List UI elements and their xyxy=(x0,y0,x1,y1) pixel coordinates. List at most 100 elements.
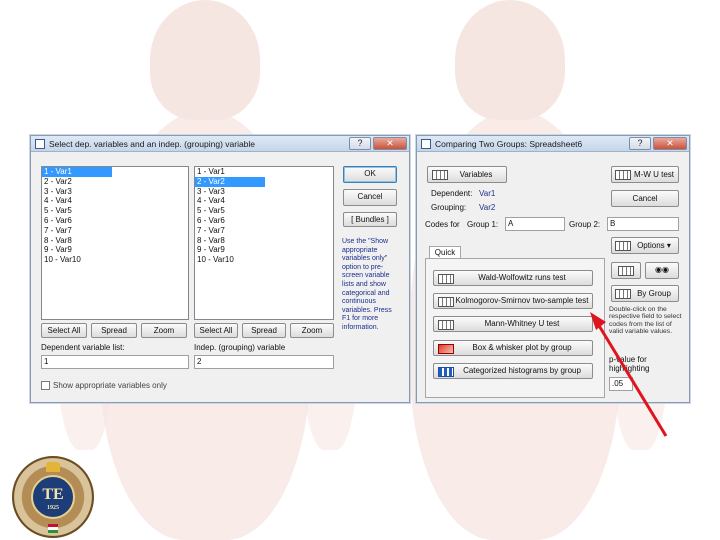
list-item[interactable]: 2 - Var2 xyxy=(195,176,265,187)
list-item[interactable]: 3 - Var3 xyxy=(195,187,333,197)
list-item[interactable]: 6 - Var6 xyxy=(42,216,188,226)
list-item[interactable]: 8 - Var8 xyxy=(42,236,188,246)
chart-app-icon xyxy=(421,139,431,149)
ok-button[interactable]: OK xyxy=(343,166,397,183)
mw-u-test-label: M-W U test xyxy=(634,170,674,179)
variables-icon xyxy=(432,170,448,180)
codes-hint-text: Double-click on the respective field to … xyxy=(609,306,682,336)
close-button[interactable]: ✕ xyxy=(653,137,687,150)
list-item[interactable]: 1 - Var1 xyxy=(195,167,333,177)
help-button[interactable]: ? xyxy=(349,137,371,150)
list-item[interactable]: 8 - Var8 xyxy=(195,236,333,246)
list-item[interactable]: 9 - Var9 xyxy=(195,245,333,255)
list-item[interactable]: 9 - Var9 xyxy=(42,245,188,255)
box-whisker-label: Box & whisker plot by group xyxy=(472,343,572,352)
logo-year: 1925 xyxy=(47,505,59,511)
grouping-variable-field[interactable]: 2 xyxy=(194,355,334,369)
variables-label: Variables xyxy=(459,170,493,179)
list-item[interactable]: 5 - Var5 xyxy=(42,206,188,216)
usage-hint-text: Use the "Show appropriate variables only… xyxy=(342,238,392,331)
select-variables-dialog: Select dep. variables and an indep. (gro… xyxy=(30,135,410,403)
by-group-label: By Group xyxy=(637,289,671,298)
list-item[interactable]: 10 - Var10 xyxy=(195,255,333,265)
spread-button-dep[interactable]: Spread xyxy=(91,323,137,338)
by-group-icon xyxy=(615,289,631,299)
select-all-button-dep[interactable]: Select All xyxy=(41,323,87,338)
list-item[interactable]: 10 - Var10 xyxy=(42,255,188,265)
zoom-button-dep[interactable]: Zoom xyxy=(141,323,187,338)
flag-icon xyxy=(48,524,58,533)
kolmogorov-smirnov-label: Kolmogorov-Smirnov two-sample test xyxy=(455,296,589,305)
close-button[interactable]: ✕ xyxy=(373,137,407,150)
list-item[interactable]: 1 - Var1 xyxy=(42,167,112,177)
list-item[interactable]: 2 - Var2 xyxy=(42,177,188,187)
list-item[interactable]: 7 - Var7 xyxy=(195,226,333,236)
logo-emblem: TE 1925 xyxy=(31,475,75,519)
list-item[interactable]: 5 - Var5 xyxy=(195,206,333,216)
dialog-title: Comparing Two Groups: Spreadsheet6 xyxy=(435,139,583,149)
table-icon xyxy=(615,170,631,180)
kolmogorov-smirnov-button[interactable]: Kolmogorov-Smirnov two-sample test xyxy=(433,293,593,309)
spread-button-indep[interactable]: Spread xyxy=(242,323,286,338)
show-appropriate-label: Show appropriate variables only xyxy=(53,381,167,390)
cancel-button[interactable]: Cancel xyxy=(611,190,679,207)
table-icon xyxy=(438,320,454,330)
group1-field[interactable]: A xyxy=(505,217,565,231)
grouping-variable-list[interactable]: 1 - Var1 2 - Var2 3 - Var3 4 - Var4 5 - Var5… xyxy=(194,166,334,320)
show-appropriate-checkbox[interactable] xyxy=(41,381,50,390)
group2-label: Group 2: xyxy=(569,220,601,229)
dependent-list-field[interactable]: 1 xyxy=(41,355,189,369)
mann-whitney-label: Mann-Whitney U test xyxy=(484,319,560,328)
university-seal-logo: TE 1925 xyxy=(12,456,94,538)
grouping-value: Var2 xyxy=(479,203,496,212)
mw-u-test-button[interactable]: M-W U test xyxy=(611,166,679,183)
box-whisker-button[interactable]: Box & whisker plot by group xyxy=(433,340,593,356)
crown-icon xyxy=(46,462,60,472)
help-button[interactable]: ? xyxy=(629,137,651,150)
summary-icon-button[interactable] xyxy=(611,262,641,279)
mann-whitney-button[interactable]: Mann-Whitney U test xyxy=(433,316,593,332)
list-item[interactable]: 4 - Var4 xyxy=(195,196,333,206)
comparing-two-groups-dialog: Comparing Two Groups: Spreadsheet6 ? ✕ V… xyxy=(416,135,690,403)
bundles-button[interactable]: [ Bundles ] xyxy=(343,212,397,227)
p-value-label: p-value for highlighting xyxy=(609,355,650,373)
categorized-histograms-label: Categorized histograms by group xyxy=(463,366,581,375)
p-value-field[interactable]: .05 xyxy=(609,377,633,391)
list-item[interactable]: 6 - Var6 xyxy=(195,216,333,226)
dependent-list-label: Dependent variable list: xyxy=(41,343,125,352)
options-button[interactable]: Options ▾ xyxy=(611,237,679,254)
binoculars-icon: ◉◉ xyxy=(655,265,669,274)
table-icon xyxy=(438,297,454,307)
categorized-histograms-button[interactable]: Categorized histograms by group xyxy=(433,363,593,379)
histogram-icon xyxy=(438,367,454,377)
list-item[interactable]: 4 - Var4 xyxy=(42,196,188,206)
dependent-value: Var1 xyxy=(479,189,496,198)
list-item[interactable]: 7 - Var7 xyxy=(42,226,188,236)
grouping-label: Grouping: xyxy=(431,203,467,212)
options-icon xyxy=(615,241,631,251)
dependent-variable-list[interactable]: 1 - Var1 2 - Var2 3 - Var3 4 - Var4 5 - Var5… xyxy=(41,166,189,320)
select-all-button-indep[interactable]: Select All xyxy=(194,323,238,338)
logo-initials: TE xyxy=(42,486,64,503)
group2-field[interactable]: B xyxy=(607,217,679,231)
by-group-button[interactable]: By Group xyxy=(611,285,679,302)
statistica-app-icon xyxy=(35,139,45,149)
table-icon xyxy=(438,274,454,284)
summary-icon xyxy=(618,266,634,276)
title-bar[interactable]: Select dep. variables and an indep. (gro… xyxy=(31,136,409,152)
dialog-title: Select dep. variables and an indep. (gro… xyxy=(49,139,256,149)
title-bar[interactable]: Comparing Two Groups: Spreadsheet6 ? ✕ xyxy=(417,136,689,152)
dependent-label: Dependent: xyxy=(431,189,473,198)
zoom-button-indep[interactable]: Zoom xyxy=(290,323,334,338)
codes-for-label: Codes for xyxy=(425,220,460,229)
box-plot-icon xyxy=(438,344,454,354)
variables-button[interactable]: Variables xyxy=(427,166,507,183)
list-item[interactable]: 3 - Var3 xyxy=(42,187,188,197)
binoculars-icon-button[interactable]: ◉◉ xyxy=(645,262,679,279)
cancel-button[interactable]: Cancel xyxy=(343,189,397,206)
grouping-variable-label: Indep. (grouping) variable xyxy=(194,343,286,352)
wald-wolfowitz-label: Wald-Wolfowitz runs test xyxy=(478,273,566,282)
group1-label: Group 1: xyxy=(467,220,499,229)
wald-wolfowitz-button[interactable]: Wald-Wolfowitz runs test xyxy=(433,270,593,286)
chevron-down-icon: ▾ xyxy=(666,241,671,250)
